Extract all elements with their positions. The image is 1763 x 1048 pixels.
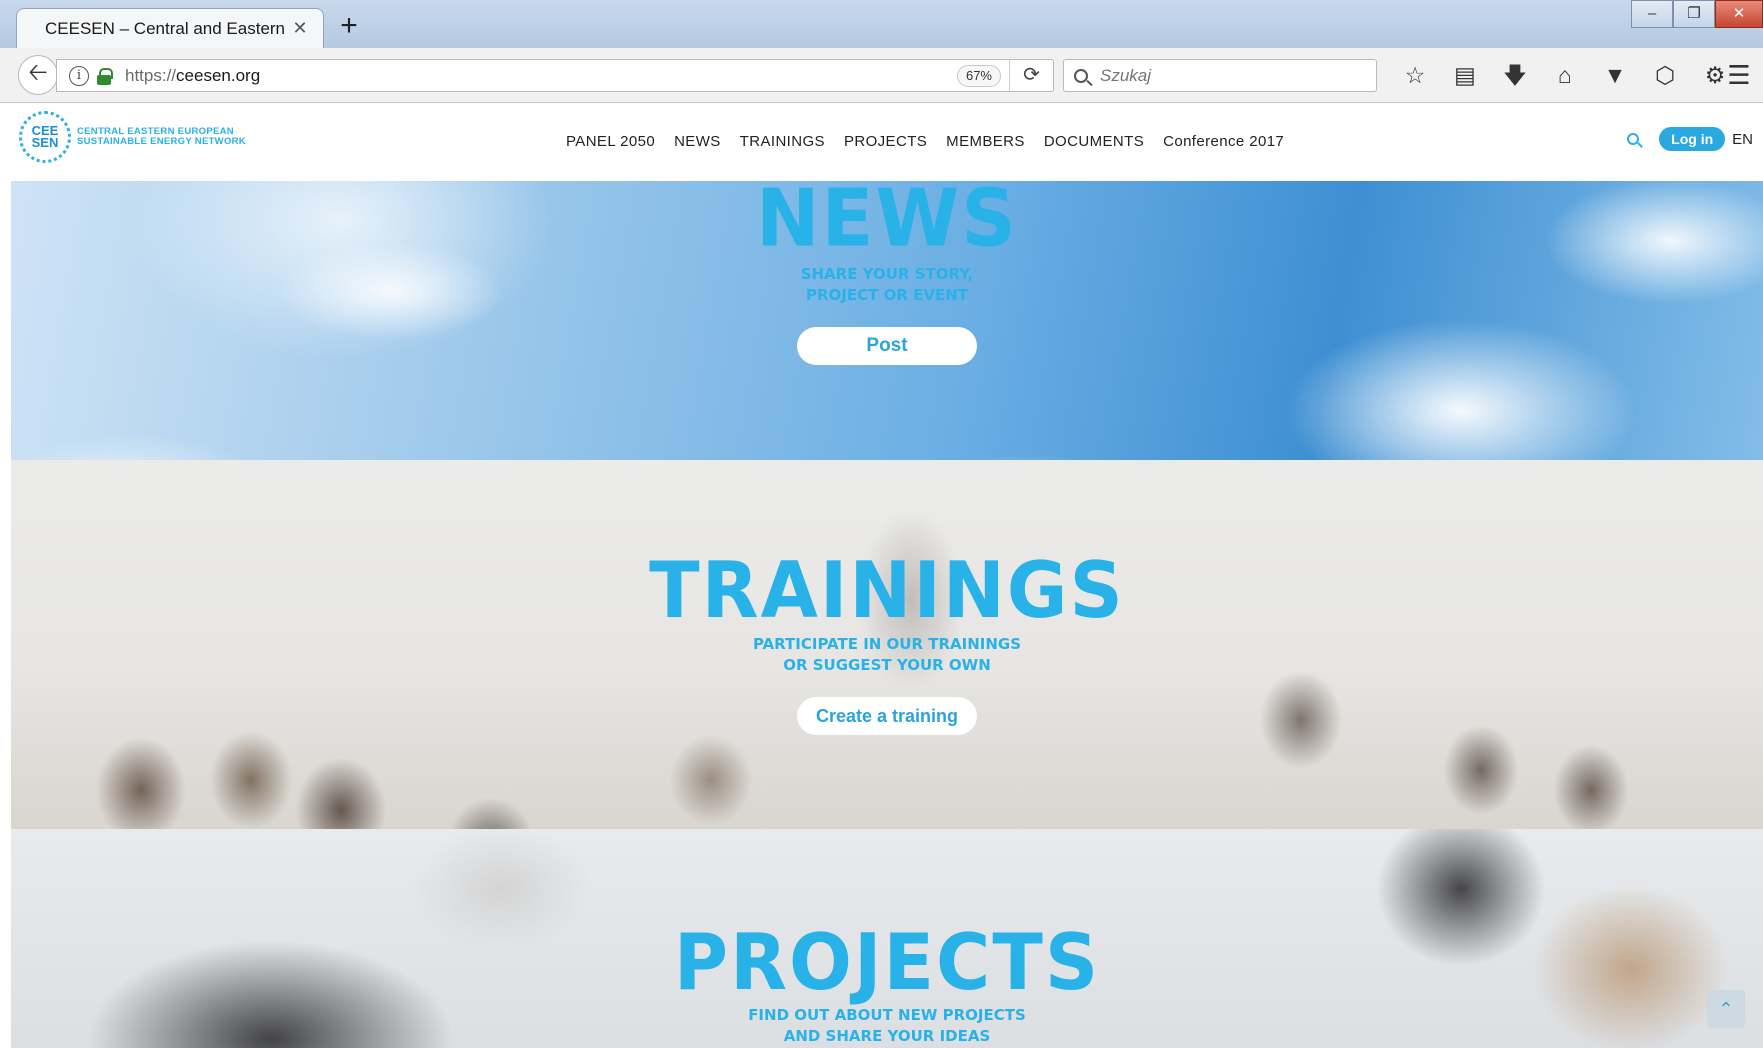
news-subtitle: SHARE YOUR STORY, PROJECT OR EVENT xyxy=(11,264,1763,306)
browser-search-input[interactable] xyxy=(1100,65,1360,86)
login-button[interactable]: Log in xyxy=(1659,127,1726,151)
nav-conference-2017[interactable]: Conference 2017 xyxy=(1163,133,1284,150)
tab-close-icon[interactable]: ✕ xyxy=(289,18,311,39)
window-controls: – ❐ ✕ xyxy=(1631,0,1763,28)
news-subtitle-line-1: SHARE YOUR STORY, xyxy=(800,265,974,283)
nav-trainings[interactable]: TRAININGS xyxy=(740,133,825,150)
trainings-section: TRAININGS PARTICIPATE IN OUR TRAININGS O… xyxy=(11,460,1763,829)
projects-section: PROJECTS FIND OUT ABOUT NEW PROJECTS AND… xyxy=(11,829,1763,1048)
url-scheme: https:// xyxy=(125,65,177,85)
create-training-button[interactable]: Create a training xyxy=(797,697,977,735)
trainings-subtitle-line-1: PARTICIPATE IN OUR TRAININGS xyxy=(752,635,1022,653)
window-close-icon[interactable]: ✕ xyxy=(1715,0,1763,28)
restore-icon[interactable]: ❐ xyxy=(1673,0,1715,28)
logo-line-2: SUSTAINABLE ENERGY NETWORK xyxy=(77,136,246,147)
reload-icon[interactable]: ⟳ xyxy=(1009,60,1053,91)
projects-subtitle-line-1: FIND OUT ABOUT NEW PROJECTS xyxy=(748,1006,1026,1024)
site-logo[interactable]: CEE SEN CENTRAL EASTERN EUROPEAN SUSTAIN… xyxy=(19,111,247,163)
url-host: ceesen.org xyxy=(176,65,261,85)
news-subtitle-line-2: PROJECT OR EVENT xyxy=(806,286,968,304)
bookmark-star-icon[interactable]: ☆ xyxy=(1390,59,1440,92)
projects-title: PROJECTS xyxy=(673,917,1101,1009)
extension-icon[interactable]: ⬡ xyxy=(1640,59,1690,92)
reading-list-icon[interactable]: ▤ xyxy=(1440,59,1490,92)
browser-search-bar[interactable] xyxy=(1063,59,1377,92)
site-header: CEE SEN CENTRAL EASTERN EUROPEAN SUSTAIN… xyxy=(11,103,1763,181)
nav-members[interactable]: MEMBERS xyxy=(946,133,1025,150)
language-switch[interactable]: EN xyxy=(1732,131,1753,148)
browser-tab[interactable]: CEESEN – Central and Eastern Eur ✕ xyxy=(16,8,324,48)
trainings-subtitle-line-2: OR SUGGEST YOUR OWN xyxy=(783,656,991,674)
trainings-subtitle: PARTICIPATE IN OUR TRAININGS OR SUGGEST … xyxy=(11,634,1763,676)
info-icon[interactable]: i xyxy=(69,65,89,86)
home-icon[interactable]: ⌂ xyxy=(1540,59,1590,92)
projects-subtitle-line-2: AND SHARE YOUR IDEAS xyxy=(783,1027,991,1045)
main-nav: PANEL 2050 NEWS TRAININGS PROJECTS MEMBE… xyxy=(566,133,1303,150)
site-search-icon[interactable] xyxy=(1627,133,1640,145)
browser-toolbar: ☆ ▤ 🡇 ⌂ ▼ ⬡ ⚙ xyxy=(1390,59,1740,92)
search-icon xyxy=(1074,68,1088,83)
browser-titlebar: CEESEN – Central and Eastern Eur ✕ + – ❐… xyxy=(0,0,1763,52)
logo-text: CENTRAL EASTERN EUROPEAN SUSTAINABLE ENE… xyxy=(77,127,247,147)
back-arrow-icon[interactable]: 🡠 xyxy=(18,55,58,95)
nav-panel-2050[interactable]: PANEL 2050 xyxy=(566,133,655,150)
tab-title: CEESEN – Central and Eastern Eur xyxy=(45,18,289,38)
logo-badge: CEE SEN xyxy=(19,111,71,163)
logo-badge-bottom: SEN xyxy=(31,135,59,150)
menu-icon[interactable]: ☰ xyxy=(1719,59,1759,92)
lock-icon[interactable] xyxy=(97,67,113,85)
projects-subtitle: FIND OUT ABOUT NEW PROJECTS AND SHARE YO… xyxy=(11,1005,1763,1047)
trainings-title: TRAININGS xyxy=(649,545,1125,637)
nav-documents[interactable]: DOCUMENTS xyxy=(1044,133,1144,150)
news-title: NEWS xyxy=(755,181,1019,265)
nav-projects[interactable]: PROJECTS xyxy=(844,133,927,150)
news-section: NEWS SHARE YOUR STORY, PROJECT OR EVENT … xyxy=(11,181,1763,460)
post-button[interactable]: Post xyxy=(797,327,977,365)
url-bar[interactable]: i https:// ceesen.org 67% ⟳ xyxy=(56,59,1054,92)
nav-news[interactable]: NEWS xyxy=(674,133,721,150)
zoom-level-badge[interactable]: 67% xyxy=(956,65,1001,87)
download-icon[interactable]: 🡇 xyxy=(1490,59,1540,92)
pocket-icon[interactable]: ▼ xyxy=(1590,59,1640,92)
minimize-icon[interactable]: – xyxy=(1631,0,1673,28)
browser-navbar: 🡠 i https:// ceesen.org 67% ⟳ ☆ ▤ 🡇 ⌂ ▼ … xyxy=(0,48,1763,103)
header-actions: Log in EN xyxy=(1627,127,1753,151)
scroll-top-icon[interactable]: ⌃ xyxy=(1707,990,1745,1028)
new-tab-button[interactable]: + xyxy=(334,11,364,42)
